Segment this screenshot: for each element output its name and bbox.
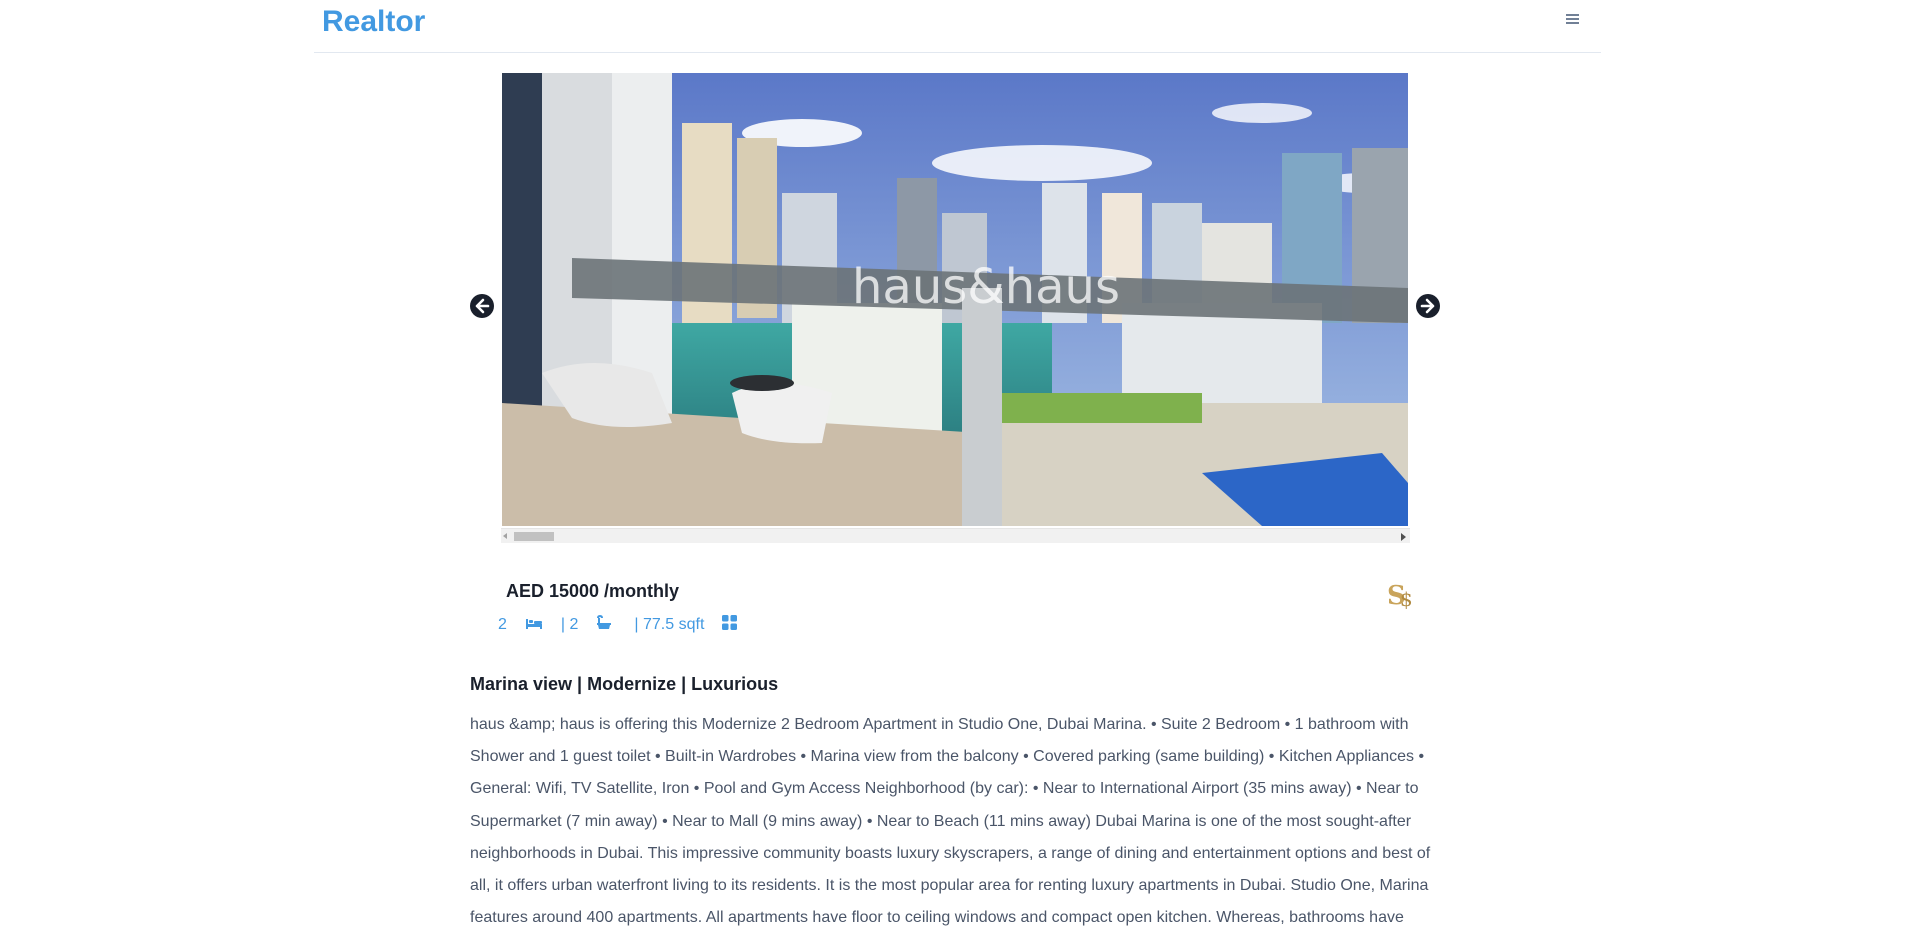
bath-icon [596,614,612,636]
bedroom-count: 2 [498,616,507,633]
grid-icon [722,615,738,635]
bed-icon [525,616,543,635]
listing-price: AED 15000 /monthly [506,581,680,601]
listing-stats: 2 | 2 | 77.5 sqft [498,614,738,636]
hamburger-icon[interactable] [1565,10,1581,26]
listing-title: Marina view | Modernize | Luxurious [470,674,779,694]
scroll-left-icon[interactable] [503,533,507,539]
agent-logo[interactable]: S $ [1385,576,1421,612]
scroll-right-icon[interactable] [1401,533,1406,541]
navbar: Realtor [314,0,1601,53]
bathroom-count: | 2 [560,616,579,633]
arrow-left-circle-icon[interactable] [470,294,494,318]
horizontal-scrollbar[interactable] [501,528,1410,543]
watermark-text: haus&haus [852,259,1120,315]
svg-text:$: $ [1400,587,1413,611]
arrow-right-circle-icon[interactable] [1416,294,1440,318]
listing-description: haus &amp; haus is offering this Moderni… [470,716,1431,927]
listing-photo: haus&haus [502,73,1408,526]
image-carousel: haus&haus [470,72,1440,547]
area-size: | 77.5 sqft [634,616,705,633]
brand-logo[interactable]: Realtor [322,5,425,39]
scrollbar-thumb[interactable] [514,532,554,541]
